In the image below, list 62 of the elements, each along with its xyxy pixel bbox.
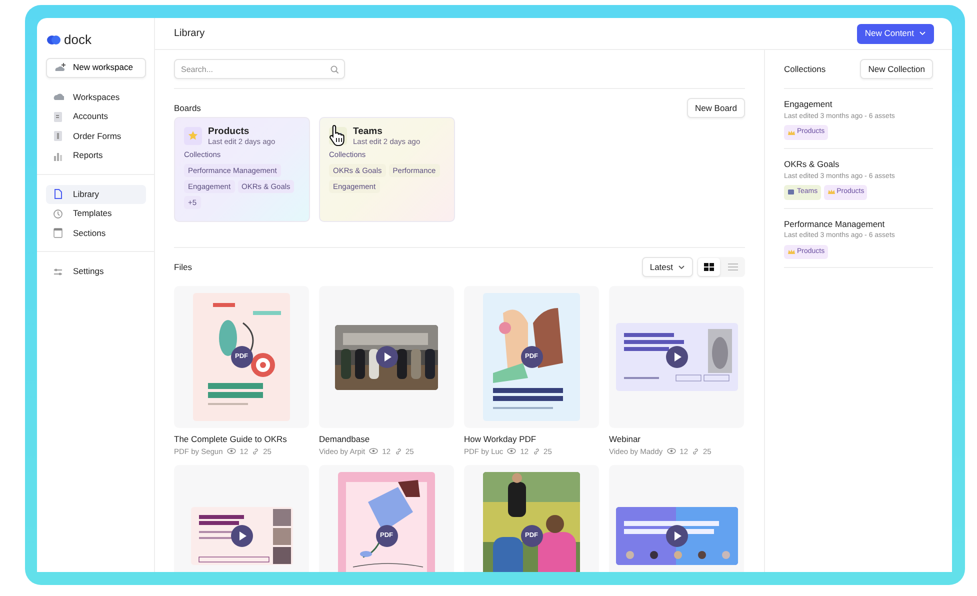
list-icon	[728, 263, 738, 271]
page-title: Library	[174, 27, 205, 41]
eye-icon	[226, 448, 236, 454]
file-title[interactable]: How Workday PDF	[464, 433, 599, 446]
sidebar-item[interactable]: Templates	[46, 204, 146, 224]
link-icon	[692, 448, 699, 455]
link-icon	[394, 448, 402, 455]
caret-icon	[919, 31, 926, 36]
eye-icon	[369, 448, 378, 454]
section-title: Boards	[174, 102, 201, 114]
sidebar-item[interactable]: Reports	[46, 146, 146, 166]
sidebar-item[interactable]: Library	[46, 184, 146, 204]
file-thumbnail[interactable]	[319, 286, 454, 428]
document-icon	[52, 188, 64, 200]
file-title[interactable]: The Complete Guide to OKRs	[174, 433, 309, 446]
collection-name[interactable]: OKRs & Goals	[784, 158, 933, 170]
play-button-icon[interactable]	[230, 525, 252, 547]
section-title: Files	[174, 260, 192, 274]
board-name: Teams	[353, 127, 384, 138]
hand-cursor-icon	[328, 124, 346, 146]
logo-text: dock	[64, 31, 92, 49]
eye-icon	[507, 448, 516, 454]
link-icon	[252, 448, 260, 455]
cloud-plus-icon	[54, 62, 66, 74]
grid-view-button[interactable]	[698, 258, 720, 276]
new-collection-button[interactable]: New Collection	[860, 59, 933, 79]
logo-icon	[46, 34, 62, 46]
search-icon	[330, 64, 339, 74]
collection-name[interactable]: Engagement	[784, 98, 933, 111]
crown-icon	[787, 128, 795, 136]
document-icon	[52, 110, 64, 123]
file-title[interactable]: Demandbase	[319, 433, 454, 446]
link-icon	[532, 448, 540, 455]
sort-dropdown[interactable]: Latest	[642, 257, 693, 277]
new-board-button[interactable]: New Board	[686, 98, 745, 118]
play-button-icon[interactable]	[666, 525, 688, 547]
crown-icon	[787, 248, 795, 256]
clock-icon	[52, 208, 64, 220]
eye-icon	[666, 448, 676, 454]
new-workspace-button[interactable]: New workspace	[46, 58, 146, 78]
sidebar-item[interactable]: Settings	[46, 262, 146, 282]
play-button-icon[interactable]	[376, 346, 398, 368]
panel-title: Collections	[784, 62, 826, 76]
sidebar-item[interactable]: Accounts	[46, 107, 146, 126]
file-thumbnail[interactable]	[609, 286, 744, 428]
file-thumbnail[interactable]	[174, 465, 309, 572]
file-thumbnail[interactable]	[609, 465, 744, 572]
new-content-button[interactable]: New Content	[856, 24, 934, 44]
collection-name[interactable]: Performance Management	[784, 218, 933, 230]
crown-icon	[826, 188, 835, 196]
caret-icon	[678, 264, 685, 270]
sidebar-item[interactable]: Sections	[46, 224, 146, 243]
document-icon	[52, 130, 64, 142]
panel-icon	[52, 227, 64, 240]
sidebar-item[interactable]: Workspaces	[46, 88, 146, 107]
grid-icon	[704, 263, 714, 271]
star-icon	[187, 130, 199, 142]
play-button-icon[interactable]	[666, 346, 688, 368]
board-name: Products	[208, 127, 250, 138]
search-field[interactable]: Search...	[174, 59, 345, 79]
file-title[interactable]: Webinar	[609, 433, 744, 446]
sidebar-item[interactable]: Order Forms	[46, 126, 146, 146]
